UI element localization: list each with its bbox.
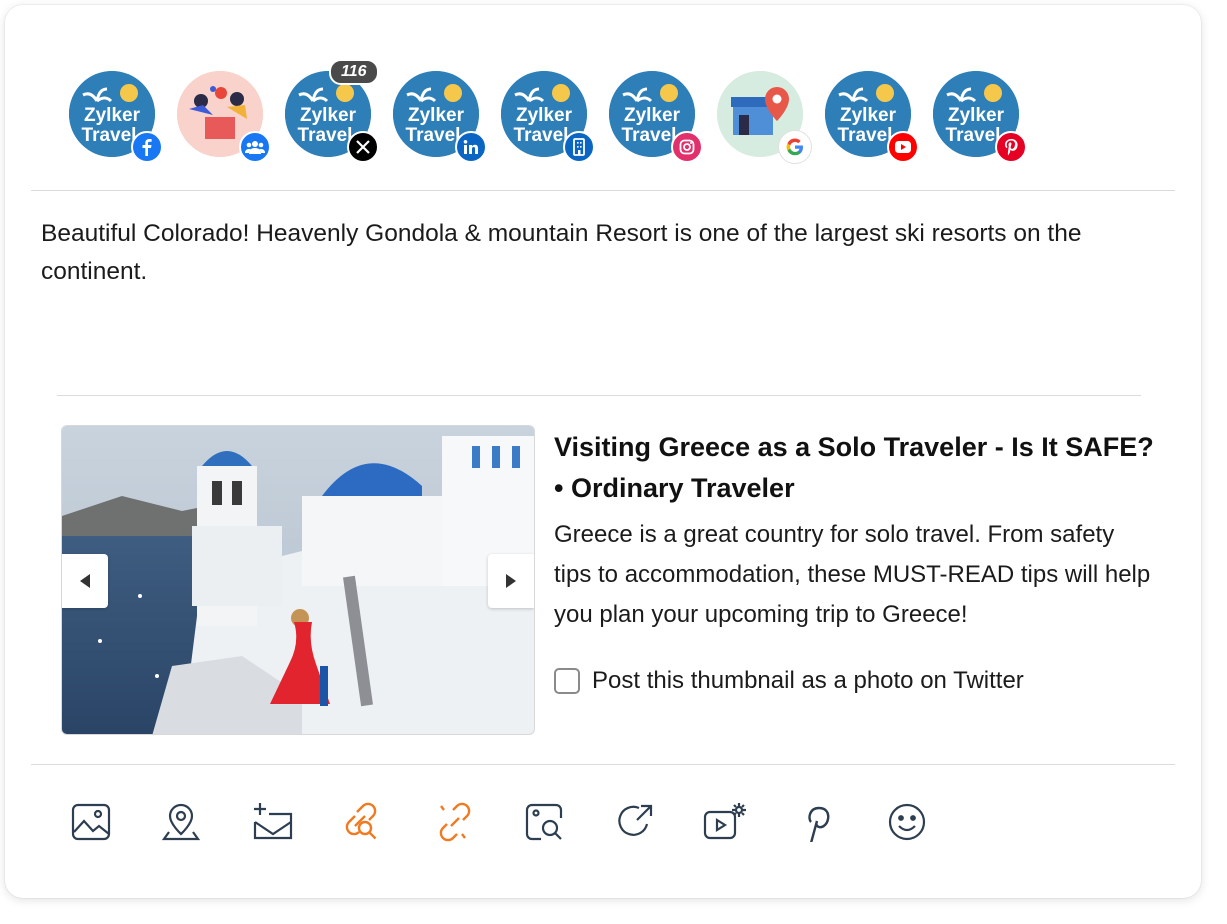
account-x[interactable]: Zylker Travel 116 <box>285 59 379 163</box>
image-search-icon <box>525 803 563 841</box>
instagram-icon <box>671 131 703 163</box>
avatar-text-line2: Travel <box>298 125 353 146</box>
next-thumbnail-button[interactable] <box>488 554 534 608</box>
avatar-text-line1: Zylker <box>300 105 357 126</box>
account-pinterest[interactable]: Zylker Travel <box>933 71 1027 163</box>
post-thumbnail-option[interactable]: Post this thumbnail as a photo on Twitte… <box>554 667 1024 695</box>
add-location-button[interactable] <box>159 800 203 844</box>
pinterest-button[interactable] <box>795 800 839 844</box>
location-icon <box>161 803 201 841</box>
avatar-text-line1: Zylker <box>516 105 573 126</box>
account-youtube[interactable]: Zylker Travel <box>825 71 919 163</box>
video-settings-icon <box>703 803 746 840</box>
post-composer-card: Zylker Travel Zylker Travel 116 Zylker T… <box>5 5 1201 898</box>
emoji-icon <box>888 803 926 841</box>
shorten-link-button[interactable] <box>339 800 383 844</box>
link-preview-title: Visiting Greece as a Solo Traveler - Is … <box>554 427 1154 509</box>
building-icon <box>563 131 595 163</box>
pinterest-icon <box>995 131 1027 163</box>
divider-preview <box>57 395 1141 396</box>
link-preview-thumbnail <box>61 425 535 735</box>
avatar-text-line2: Travel <box>406 125 461 146</box>
x-icon <box>347 131 379 163</box>
avatar-text-line1: Zylker <box>408 105 465 126</box>
post-text[interactable]: Beautiful Colorado! Heavenly Gondola & m… <box>41 215 1181 291</box>
youtube-icon <box>887 131 919 163</box>
accounts-row: Zylker Travel Zylker Travel 116 Zylker T… <box>69 59 1069 165</box>
avatar-text-line2: Travel <box>514 125 569 146</box>
linkedin-icon <box>455 131 487 163</box>
chevron-left-icon <box>80 574 90 588</box>
add-mail-icon <box>253 803 293 840</box>
share-button[interactable] <box>613 800 657 844</box>
account-facebook[interactable]: Zylker Travel <box>69 71 163 163</box>
avatar-text-line2: Travel <box>946 125 1001 146</box>
google-icon <box>779 131 811 163</box>
avatar-text-line2: Travel <box>838 125 893 146</box>
post-thumbnail-label: Post this thumbnail as a photo on Twitte… <box>592 667 1024 694</box>
chevron-right-icon <box>506 574 516 588</box>
divider-top <box>31 190 1175 191</box>
account-google[interactable] <box>717 71 811 163</box>
account-instagram[interactable]: Zylker Travel <box>609 71 703 163</box>
post-thumbnail-checkbox[interactable] <box>554 668 580 694</box>
add-mail-button[interactable] <box>251 800 295 844</box>
thumbnail-image <box>62 426 534 734</box>
add-image-button[interactable] <box>69 800 113 844</box>
link-preview-description: Greece is a great country for solo trave… <box>554 521 1151 628</box>
pinterest-icon <box>808 806 830 842</box>
group-icon <box>239 131 271 163</box>
account-linkedin-page[interactable]: Zylker Travel <box>501 71 595 163</box>
avatar-text-line2: Travel <box>82 125 137 146</box>
avatar-text-line2: Travel <box>622 125 677 146</box>
share-icon <box>618 804 653 836</box>
unlink-icon <box>439 802 471 842</box>
count-badge: 116 <box>329 59 379 85</box>
divider-bottom <box>31 764 1175 765</box>
link-title-line1: Visiting Greece as a Solo Traveler - Is … <box>554 432 1154 462</box>
link-search-icon <box>345 802 377 840</box>
previous-thumbnail-button[interactable] <box>62 554 108 608</box>
search-image-button[interactable] <box>523 800 567 844</box>
image-icon <box>71 803 111 841</box>
avatar-text-line1: Zylker <box>84 105 141 126</box>
remove-link-button[interactable] <box>433 800 477 844</box>
avatar-text-line1: Zylker <box>840 105 897 126</box>
video-settings-button[interactable] <box>703 800 747 844</box>
emoji-button[interactable] <box>885 800 929 844</box>
facebook-icon <box>131 131 163 163</box>
link-title-line2: • Ordinary Traveler <box>554 473 795 503</box>
account-linkedin[interactable]: Zylker Travel <box>393 71 487 163</box>
avatar-text-line1: Zylker <box>624 105 681 126</box>
account-facebook-group[interactable] <box>177 71 271 163</box>
avatar-text-line1: Zylker <box>948 105 1005 126</box>
